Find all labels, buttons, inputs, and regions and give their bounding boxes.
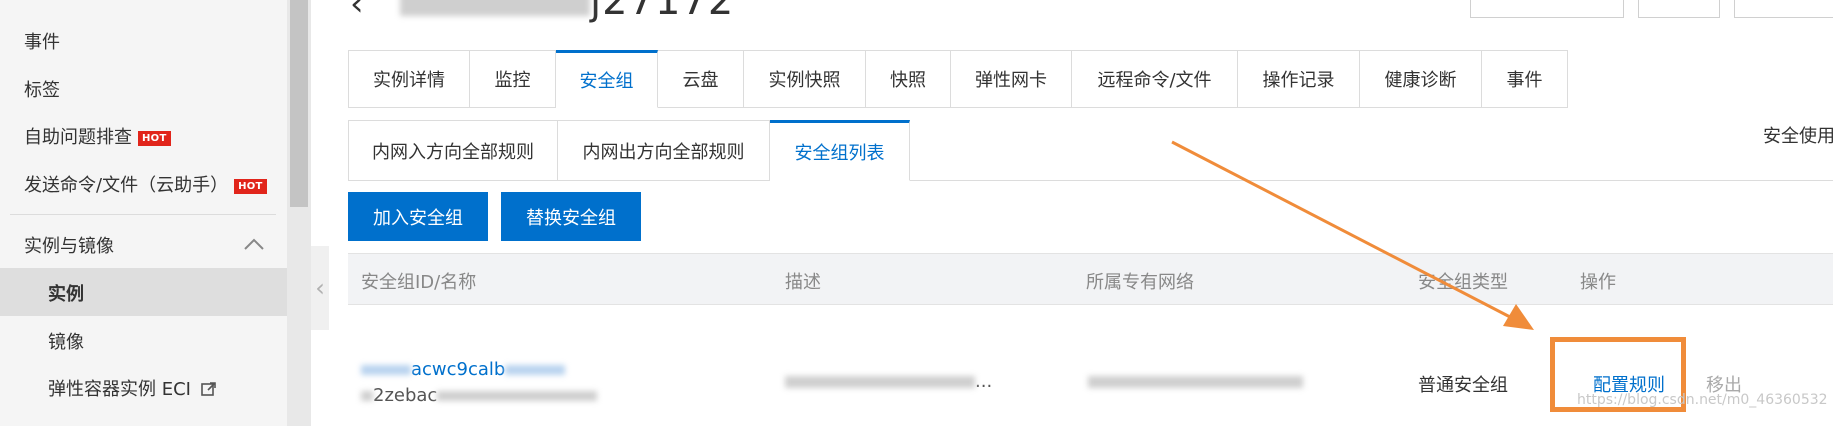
table-header: 安全组ID/名称 描述 所属专有网络 安全组类型 操作 <box>348 253 1833 305</box>
collapse-sidebar-button[interactable]: ‹ <box>311 246 329 330</box>
tab-monitoring[interactable]: 监控 <box>470 50 556 108</box>
sidebar-active-highlight <box>0 268 287 316</box>
sidebar-divider <box>10 214 276 215</box>
refresh-button[interactable] <box>1638 0 1720 18</box>
subtab-security-group-list[interactable]: 安全组列表 <box>770 120 910 181</box>
security-group-description: ... <box>785 371 992 392</box>
vpc-link[interactable] <box>1088 371 1303 392</box>
tab-cloud-disks[interactable]: 云盘 <box>658 50 744 108</box>
sidebar-item-label: 事件 <box>24 32 60 53</box>
sidebar-item-label: 发送命令/文件（云助手） <box>24 175 229 196</box>
watermark: https://blog.csdn.net/m0_46360532 <box>1577 392 1828 408</box>
sidebar-item-self-diagnosis[interactable]: 自助问题排查 HOT <box>24 123 171 149</box>
redacted-text <box>1088 376 1303 388</box>
tab-label: 实例详情 <box>373 70 445 91</box>
hot-badge: HOT <box>234 178 267 194</box>
column-header-actions: 操作 <box>1580 272 1616 293</box>
tab-events[interactable]: 事件 <box>1482 50 1568 108</box>
tab-label: 实例快照 <box>768 70 841 91</box>
subtab-underline <box>910 180 1833 181</box>
redacted-text <box>785 376 975 388</box>
security-usage-note[interactable]: 安全使用 <box>1763 122 1833 148</box>
join-security-group-button[interactable]: 加入安全组 <box>348 192 488 241</box>
security-group-id-link[interactable]: acwc9calb <box>361 359 566 380</box>
sidebar-item-label: 自助问题排查 <box>24 127 132 148</box>
subtab-label: 内网入方向全部规则 <box>372 141 534 163</box>
sidebar-scrollbar-thumb[interactable] <box>290 0 308 207</box>
redacted-text <box>437 391 598 401</box>
sidebar-section-label: 实例与镜像 <box>24 236 114 257</box>
security-group-id: acwc9calb <box>411 359 506 380</box>
redacted-text <box>505 365 566 375</box>
sidebar-item-images[interactable]: 镜像 <box>48 328 84 354</box>
redacted-text <box>400 0 590 16</box>
security-group-name-text: 2zebac <box>373 385 438 406</box>
tab-label: 远程命令/文件 <box>1097 70 1212 91</box>
external-link-icon <box>200 382 216 396</box>
tab-label: 事件 <box>1506 70 1543 91</box>
tab-health-diagnosis[interactable]: 健康诊断 <box>1360 50 1482 108</box>
subtab-label: 安全组列表 <box>794 142 885 164</box>
tab-label: 监控 <box>494 70 531 91</box>
tab-label: 快照 <box>890 70 926 91</box>
subtab-outbound-rules[interactable]: 内网出方向全部规则 <box>558 120 770 181</box>
chevron-left-icon: ‹ <box>315 274 325 302</box>
description-text: ... <box>975 371 993 392</box>
security-group-subtabs: 内网入方向全部规则 内网出方向全部规则 安全组列表 <box>348 120 910 181</box>
tab-instance-snapshots[interactable]: 实例快照 <box>744 50 866 108</box>
header-action-button[interactable] <box>1470 0 1624 18</box>
page-title-suffix: j27172 <box>590 0 735 24</box>
tab-instance-details[interactable]: 实例详情 <box>348 50 470 108</box>
subtab-label: 内网出方向全部规则 <box>582 141 745 163</box>
replace-security-group-button[interactable]: 替换安全组 <box>501 192 641 241</box>
sidebar-section-instances-images[interactable]: 实例与镜像 <box>24 232 114 258</box>
security-group-type: 普通安全组 <box>1418 375 1508 396</box>
back-arrow-icon[interactable]: ‹ <box>350 0 364 24</box>
hot-badge: HOT <box>138 130 171 146</box>
sidebar-item-label: 镜像 <box>48 332 84 353</box>
sidebar-item-label: 弹性容器实例 ECI <box>48 379 191 400</box>
sidebar-item-eci[interactable]: 弹性容器实例 ECI <box>48 375 217 401</box>
tab-label: 健康诊断 <box>1384 70 1457 91</box>
subtab-inbound-rules[interactable]: 内网入方向全部规则 <box>348 120 558 181</box>
tab-label: 弹性网卡 <box>975 70 1047 91</box>
column-header-vpc: 所属专有网络 <box>1086 272 1194 293</box>
sidebar-item-cloud-assistant[interactable]: 发送命令/文件（云助手） HOT <box>24 171 267 197</box>
column-header-type: 安全组类型 <box>1418 272 1508 293</box>
tab-security-groups[interactable]: 安全组 <box>556 50 658 108</box>
tab-snapshots[interactable]: 快照 <box>866 50 951 108</box>
column-header-id-name: 安全组ID/名称 <box>361 272 477 293</box>
tab-label: 操作记录 <box>1262 70 1335 91</box>
tab-eni[interactable]: 弹性网卡 <box>951 50 1072 108</box>
all-actions-button[interactable] <box>1734 0 1833 18</box>
sidebar: 事件 标签 自助问题排查 HOT 发送命令/文件（云助手） HOT 实例与镜像 实例… <box>0 0 287 426</box>
chevron-up-icon[interactable] <box>243 237 265 251</box>
security-group-name: 2zebac <box>361 385 598 406</box>
column-header-description: 描述 <box>785 272 821 293</box>
sidebar-item-label: 标签 <box>24 80 60 101</box>
redacted-text <box>361 391 373 401</box>
sidebar-item-instances[interactable]: 实例 <box>48 280 84 306</box>
page-title: j27172 <box>400 0 734 24</box>
tab-label: 安全组 <box>579 71 634 92</box>
tab-remote-commands[interactable]: 远程命令/文件 <box>1072 50 1238 108</box>
instance-tabs: 实例详情 监控 安全组 云盘 实例快照 快照 弹性网卡 远程命令/文件 操作记录… <box>348 50 1568 108</box>
sidebar-item-events[interactable]: 事件 <box>24 28 60 54</box>
sidebar-item-tags[interactable]: 标签 <box>24 76 60 102</box>
tab-label: 云盘 <box>682 70 719 91</box>
redacted-text <box>361 365 411 375</box>
tab-operation-logs[interactable]: 操作记录 <box>1238 50 1360 108</box>
sidebar-item-label: 实例 <box>48 284 84 305</box>
